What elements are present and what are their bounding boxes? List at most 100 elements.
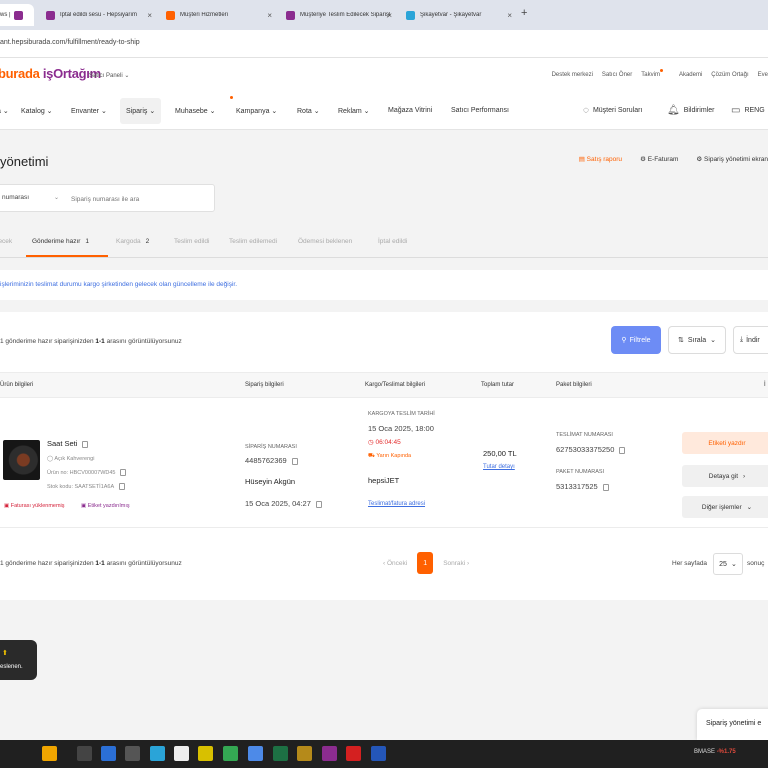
- stock-code: Stok kodu: SAATSETİ1A6A: [47, 483, 126, 490]
- stock-ticker[interactable]: BMASE -%1.75: [694, 749, 736, 755]
- logo-part-1: burada: [0, 66, 43, 81]
- copy-icon[interactable]: [120, 469, 127, 476]
- app-icon[interactable]: [248, 746, 263, 761]
- next-page-button[interactable]: Sonraki ›: [443, 560, 469, 567]
- other-actions-button[interactable]: Diğer işlemler ⌄: [682, 496, 768, 518]
- sales-report-link[interactable]: ▤ Satış raporu: [579, 155, 622, 163]
- top-links: Destek merkezi Satıcı Öner Takvim Akadem…: [552, 69, 768, 78]
- new-tab-icon[interactable]: +: [521, 7, 527, 19]
- tab-close-icon[interactable]: ×: [147, 11, 152, 20]
- tab-close-icon[interactable]: ×: [507, 11, 512, 20]
- nav-item-seller-performance[interactable]: Satıcı Performansı: [451, 107, 509, 114]
- tab-close-icon[interactable]: ×: [387, 11, 392, 20]
- column-header-order: Sipariş bilgileri: [245, 382, 284, 388]
- tab-payment-pending[interactable]: Ödemesi beklenen: [298, 238, 352, 245]
- app-icon[interactable]: [174, 746, 189, 761]
- cargo-date: 15 Oca 2025, 18:00: [368, 424, 434, 433]
- hepsiburada-favicon-icon: [14, 10, 23, 20]
- sort-button[interactable]: ⇅ Sırala ⌄: [668, 326, 726, 354]
- nav-item-accounting[interactable]: Muhasebe ⌄: [175, 107, 216, 115]
- nav-item-store-showcase[interactable]: Mağaza Vitrini: [388, 107, 432, 114]
- tab-close-icon[interactable]: ×: [267, 11, 272, 20]
- browser-tab-3[interactable]: Müşteri Hizmetleri ×: [160, 4, 278, 26]
- notifications-link[interactable]: 🔔︎ Bildirimler: [667, 105, 714, 116]
- excel-icon[interactable]: [273, 746, 288, 761]
- sikayetvar-favicon-icon: [406, 10, 415, 20]
- page-number-current[interactable]: 1: [417, 552, 434, 574]
- nav-item-ads[interactable]: Reklam ⌄: [338, 107, 370, 115]
- copy-icon[interactable]: [291, 457, 298, 465]
- print-label-button[interactable]: Etiketi yazdır: [682, 432, 768, 454]
- seller-panel-dropdown[interactable]: Satıcı Paneli ⌄: [89, 72, 129, 79]
- copy-icon[interactable]: [602, 483, 609, 491]
- app-icon[interactable]: [322, 746, 337, 761]
- browser-tab-5[interactable]: Şikayetvar - Şikayetvar ×: [400, 4, 518, 26]
- browser-tab-1[interactable]: ws | S.D: [0, 4, 34, 26]
- browser-tab-label: İptal edildi sesu - Hepsiyarım: [60, 12, 138, 18]
- address-link[interactable]: Teslimat/fatura adresi: [368, 501, 425, 507]
- carrier-name: hepsiJET: [368, 476, 400, 485]
- copy-icon[interactable]: [315, 500, 322, 508]
- nav-item-home[interactable]: a ⌄: [0, 107, 9, 115]
- app-icon[interactable]: [297, 746, 312, 761]
- prev-page-button[interactable]: ‹ Önceki: [383, 560, 407, 567]
- label-status-badge: ▣ Etiket yazdırılmış: [81, 503, 130, 509]
- site-logo[interactable]: burada işOrtağım: [0, 66, 101, 81]
- app-icon[interactable]: [125, 746, 140, 761]
- address-bar[interactable]: ant.hepsiburada.com/fulfillment/ready-to…: [0, 30, 768, 58]
- nav-item-catalog[interactable]: Katalog ⌄: [21, 107, 53, 115]
- acrobat-icon[interactable]: [346, 746, 361, 761]
- tab-ready-to-ship[interactable]: Gönderime hazır 1: [32, 238, 89, 245]
- nav-item-campaign[interactable]: Kampanya ⌄: [236, 107, 277, 115]
- per-page-select[interactable]: 25 ⌄: [713, 553, 743, 575]
- top-link-support[interactable]: Destek merkezi: [552, 72, 593, 78]
- total-detail-link[interactable]: Tutar detayı: [483, 464, 515, 470]
- chevron-down-icon[interactable]: ⌄: [54, 194, 59, 201]
- e-invoice-link[interactable]: ⚙ E-Faturam: [640, 155, 678, 163]
- filter-button[interactable]: ⚲ Filtrele: [611, 326, 661, 354]
- more-menu[interactable]: ▭ RENG: [731, 105, 765, 116]
- url-text[interactable]: ant.hepsiburada.com/fulfillment/ready-to…: [0, 39, 140, 46]
- top-link-more[interactable]: Eve: [758, 72, 768, 78]
- copy-icon[interactable]: [82, 440, 89, 448]
- countdown-text: 06:04:45: [375, 439, 401, 446]
- go-to-detail-button[interactable]: Detaya git ›: [682, 465, 768, 487]
- tab-not-delivered[interactable]: Teslim edilemedi: [229, 238, 277, 245]
- word-icon[interactable]: [371, 746, 386, 761]
- chrome-icon[interactable]: [223, 746, 238, 761]
- tab-pending[interactable]: lecek: [0, 238, 12, 245]
- browser-tab-4[interactable]: Müşteriye Teslim Edilecek Siparişler ×: [280, 4, 398, 26]
- top-link-academy[interactable]: Akademi: [679, 72, 702, 78]
- browser-tab-2[interactable]: İptal edildi sesu - Hepsiyarım ×: [40, 4, 158, 26]
- other-actions-label: Diğer işlemler: [701, 503, 742, 511]
- top-link-recommend[interactable]: Satıcı Öner: [602, 72, 632, 78]
- toast-notification[interactable]: ⬆ eslenen.: [0, 640, 37, 680]
- task-view-icon[interactable]: [77, 746, 92, 761]
- customer-name: Hüseyin Akgün: [245, 477, 296, 486]
- download-button[interactable]: ⤓ İndir: [733, 326, 768, 354]
- customer-questions-link[interactable]: ◌ Müşteri Soruları: [583, 105, 642, 116]
- edge-icon[interactable]: [101, 746, 116, 761]
- tab-cancelled[interactable]: İptal edildi: [378, 238, 407, 245]
- file-explorer-icon[interactable]: [42, 746, 57, 761]
- delivery-tag-text: Yarın Kapında: [376, 453, 412, 459]
- app-icon[interactable]: [150, 746, 165, 761]
- nav-item-orders[interactable]: Sipariş ⌄: [120, 98, 162, 124]
- order-management-screen-link[interactable]: ⚙ Sipariş yönetimi ekran: [696, 155, 768, 163]
- nav-item-route[interactable]: Rota ⌄: [297, 107, 320, 115]
- copy-icon[interactable]: [119, 483, 126, 490]
- copy-icon[interactable]: [619, 446, 626, 454]
- site-header: burada işOrtağım Satıcı Paneli ⌄ Destek …: [0, 58, 768, 92]
- tab-delivered[interactable]: Teslim edildi: [174, 238, 209, 245]
- folder-icon[interactable]: [198, 746, 213, 761]
- top-link-calendar[interactable]: Takvim: [641, 69, 663, 78]
- product-image[interactable]: [3, 440, 40, 480]
- filter-label: Filtrele: [629, 336, 651, 344]
- order-management-chat-box[interactable]: Sipariş yönetimi e: [697, 709, 768, 740]
- tab-in-cargo[interactable]: Kargoda 2: [116, 238, 149, 245]
- nav-item-inventory[interactable]: Envanter ⌄: [71, 107, 107, 115]
- variant-text: Açık Kahverengi: [54, 456, 95, 462]
- search-field-select[interactable]: numarası: [2, 194, 29, 201]
- top-link-partner[interactable]: Çözüm Ortağı: [711, 72, 748, 78]
- search-input[interactable]: [71, 191, 211, 207]
